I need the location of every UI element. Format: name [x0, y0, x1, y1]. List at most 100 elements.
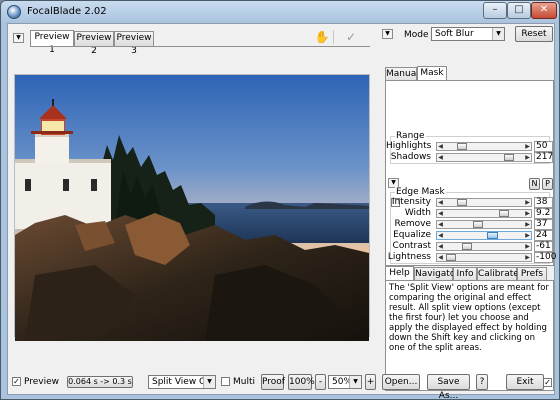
tab-underline	[30, 46, 370, 47]
hand-tool-icon[interactable]: ✋	[314, 29, 330, 45]
p-button[interactable]: P	[542, 178, 553, 190]
edge-mask-slider-0[interactable]: ◀ ▶	[436, 198, 532, 207]
n-button[interactable]: N	[529, 178, 540, 190]
mask-panel: Range Highlights ◀ ▶ 50 Shadows ◀ ▶ 217 ▼ N P E…	[385, 80, 556, 266]
left-arrow-icon[interactable]: ◀	[437, 154, 444, 161]
edge-mask-slider-4[interactable]: ◀ ▶	[436, 242, 532, 251]
left-arrow-icon[interactable]: ◀	[437, 143, 444, 150]
chevron-down-icon: ▼	[203, 376, 215, 388]
tab-help[interactable]: Help	[385, 266, 414, 281]
preview-image[interactable]	[15, 75, 369, 341]
help-text: The 'Split View' options are meant for c…	[389, 283, 549, 353]
right-arrow-icon[interactable]: ▶	[524, 143, 531, 150]
zoom-out-button[interactable]: -	[315, 374, 326, 390]
split-view-select[interactable]: Split View Off ▼	[148, 375, 216, 389]
tab-prefs[interactable]: Prefs	[517, 267, 547, 281]
edge-mask-value-0[interactable]: 38	[534, 197, 553, 208]
lighthouse-photo	[15, 75, 369, 341]
edge-mask-label-2: Remove	[394, 219, 431, 229]
slider-thumb[interactable]	[457, 199, 467, 206]
left-arrow-icon[interactable]: ◀	[437, 243, 444, 250]
zoom-select[interactable]: 50% ▼	[328, 375, 362, 389]
range-slider-0[interactable]: ◀ ▶	[436, 142, 532, 151]
preview-label: Preview	[24, 377, 60, 387]
tab-info[interactable]: Info	[453, 267, 477, 281]
range-slider-1[interactable]: ◀ ▶	[436, 153, 532, 162]
chevron-down-icon: ▼	[492, 28, 504, 40]
left-arrow-icon[interactable]: ◀	[437, 254, 444, 261]
right-arrow-icon[interactable]: ▶	[524, 254, 531, 261]
minimize-button[interactable]: –	[483, 2, 507, 19]
right-arrow-icon[interactable]: ▶	[524, 243, 531, 250]
range-value-0[interactable]: 50	[534, 141, 553, 152]
chevron-down-icon: ▼	[349, 376, 361, 388]
multi-checkbox[interactable]	[221, 377, 230, 386]
edge-mask-value-4[interactable]: -61	[534, 241, 553, 252]
help-button[interactable]: ?	[476, 374, 488, 390]
preview-menu-button[interactable]: ▼	[13, 33, 24, 43]
range-label-0: Highlights	[386, 141, 432, 151]
edge-mask-title: Edge Mask	[395, 187, 446, 197]
edge-mask-value-2[interactable]: 37	[534, 219, 553, 230]
slider-thumb[interactable]	[473, 221, 483, 228]
edge-mask-value-5[interactable]: -100	[534, 252, 556, 263]
exit-button[interactable]: Exit	[506, 374, 544, 390]
edge-mask-label-0: Intensity	[391, 197, 431, 207]
help-checkbox[interactable]: ✓	[543, 378, 552, 387]
zoom-in-button[interactable]: +	[365, 374, 376, 390]
right-arrow-icon[interactable]: ▶	[524, 154, 531, 161]
range-title: Range	[395, 131, 426, 141]
left-arrow-icon[interactable]: ◀	[437, 199, 444, 206]
tab-mask[interactable]: Mask	[417, 66, 447, 81]
left-arrow-icon[interactable]: ◀	[437, 210, 444, 217]
slider-thumb[interactable]	[504, 154, 514, 161]
tab-navigator[interactable]: Navigator	[414, 267, 459, 281]
slider-thumb[interactable]	[457, 143, 467, 150]
title-bar[interactable]: FocalBlade 2.02 – □ ✕	[1, 1, 559, 23]
maximize-button[interactable]: □	[507, 2, 531, 19]
right-arrow-icon[interactable]: ▶	[524, 221, 531, 228]
edge-mask-slider-2[interactable]: ◀ ▶	[436, 220, 532, 229]
zoom-100-button[interactable]: 100%	[288, 374, 315, 390]
slider-thumb[interactable]	[446, 254, 456, 261]
edge-mask-slider-3[interactable]: ◀ ▶	[436, 231, 532, 240]
edge-mask-value-1[interactable]: 9.2	[534, 208, 553, 219]
slider-thumb[interactable]	[499, 210, 509, 217]
toolbar-divider	[333, 30, 334, 44]
settings-menu-button[interactable]: ▼	[382, 29, 393, 39]
edge-mask-slider-5[interactable]: ◀ ▶	[436, 253, 532, 262]
left-arrow-icon[interactable]: ◀	[437, 232, 444, 239]
edge-mask-slider-1[interactable]: ◀ ▶	[436, 209, 532, 218]
proof-button[interactable]: Proof	[261, 374, 285, 390]
right-arrow-icon[interactable]: ▶	[524, 232, 531, 239]
app-icon	[7, 5, 21, 19]
tab-preview-1[interactable]: Preview 1	[30, 30, 74, 55]
close-button[interactable]: ✕	[531, 2, 557, 19]
tab-calibrate[interactable]: Calibrate	[477, 267, 519, 281]
multi-label: Multi	[233, 377, 255, 387]
tab-preview-3[interactable]: Preview 3	[114, 31, 154, 56]
tab-manual[interactable]: Manual	[385, 67, 419, 81]
range-value-1[interactable]: 217	[534, 152, 553, 163]
mode-select[interactable]: Soft Blur ▼	[431, 27, 505, 41]
save-as-button[interactable]: Save As...	[427, 374, 470, 399]
right-arrow-icon[interactable]: ▶	[524, 210, 531, 217]
right-arrow-icon[interactable]: ▶	[524, 199, 531, 206]
open-button[interactable]: Open...	[382, 374, 420, 390]
tab-preview-2[interactable]: Preview 2	[74, 31, 114, 56]
range-label-1: Shadows	[390, 152, 431, 162]
edge-mask-label-4: Contrast	[392, 241, 431, 251]
edge-mask-value-3[interactable]: 24	[534, 230, 553, 241]
preview-checkbox[interactable]: ✓	[12, 377, 21, 386]
edge-mask-label-1: Width	[404, 208, 431, 218]
eyedropper-icon[interactable]: ✓	[343, 29, 359, 45]
app-window: FocalBlade 2.02 – □ ✕ ▼ Preview 1 Previe…	[0, 0, 560, 400]
edge-mask-label-3: Equalize	[393, 230, 431, 240]
reset-button[interactable]: Reset	[515, 26, 553, 42]
slider-thumb[interactable]	[487, 232, 498, 239]
slider-thumb[interactable]	[462, 243, 472, 250]
mode-value: Soft Blur	[435, 29, 474, 39]
left-arrow-icon[interactable]: ◀	[437, 221, 444, 228]
edge-mask-label-5: Lightness	[387, 252, 431, 262]
mode-label: Mode	[404, 30, 429, 40]
